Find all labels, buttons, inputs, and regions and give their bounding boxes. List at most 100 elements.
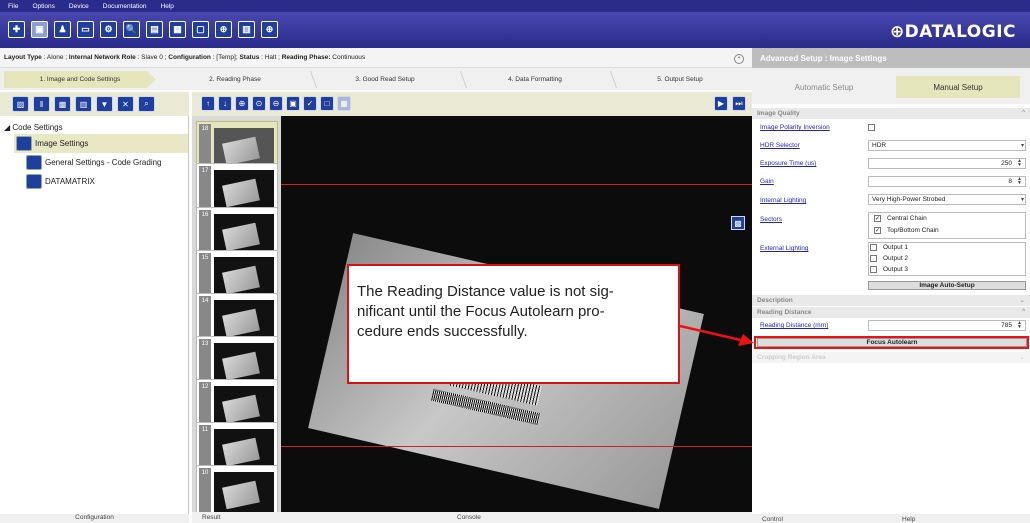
layout-icon[interactable]: ▤ [146,21,163,38]
hdr-value: HDR [872,142,887,149]
menu-options[interactable]: Options [32,3,54,10]
plus-icon[interactable]: ✚ [8,21,25,38]
description-title: Description [757,297,793,304]
zoom-in-icon[interactable]: ⊕ [235,96,249,111]
thumbnail[interactable]: 10 [196,465,278,512]
internal-lighting-select[interactable]: Very High-Power Strobed ▾ [868,194,1026,205]
step-image-code-settings[interactable]: 1. Image and Code Settings [4,71,156,88]
sector-central-chain[interactable]: ✓ Central Chain [874,215,927,222]
focus-autolearn-button[interactable]: Focus Autolearn [757,338,1027,347]
magnify-icon[interactable]: ⌕ [138,96,155,112]
tree-image-settings-label: Image Settings [35,139,89,148]
image-quality-section[interactable]: Image Quality ^ [752,108,1030,119]
zoom-fit-icon[interactable]: ⊙ [252,96,266,111]
network-role-label: Internal Network Role [68,54,136,61]
postal-code-icon[interactable]: ▥ [75,96,92,112]
dropdown-icon: ▾ [1020,197,1024,203]
image-auto-setup-button[interactable]: Image Auto-Setup [868,281,1026,290]
tree-image-settings[interactable]: Image Settings [16,136,88,151]
chevron-up-icon: ^ [1021,109,1025,116]
menu-documentation[interactable]: Documentation [103,3,147,10]
checkbox-checked[interactable]: ✓ [874,215,881,222]
device-icon[interactable]: ▣ [31,21,48,38]
sector-central-label: Central Chain [887,215,927,223]
status-label: Status [239,54,260,61]
output-1-option[interactable]: Output 1 [870,244,908,251]
output-3-label: Output 3 [883,266,908,274]
person-icon[interactable]: ♟ [54,21,71,38]
main-toolbar: ✚ ▣ ♟ ▭ ⚙ 🔍 ▤ ▦ ▢ ⊕ ▥ ⊕ ⊕DATALOGIC [0,12,1030,48]
reading-phase-value: Continuous [330,54,366,61]
checkbox-checked[interactable]: ✓ [874,227,881,234]
tree-datamatrix[interactable]: DATAMATRIX [26,174,95,189]
arrow-down-icon[interactable]: ↓ [218,96,232,111]
frame-icon[interactable]: □ [320,96,334,111]
tool-icon[interactable]: ⚙ [100,21,117,38]
configuration-value: : [Temp]; [210,54,240,61]
datamatrix-overlay-icon[interactable]: ▩ [731,216,745,230]
window-icon[interactable]: ▢ [192,21,209,38]
layout-status-bar: Layout Type : Alone ; Internal Network R… [0,48,752,68]
spinner-icon[interactable]: ▲ ▼ [1015,177,1024,186]
spinner-icon[interactable]: ▲ ▼ [1015,159,1024,168]
output-2-label: Output 2 [883,255,908,263]
datamatrix-icon[interactable]: ▩ [54,96,71,112]
wrench-icon [26,155,42,170]
monitor-icon[interactable]: ▭ [77,21,94,38]
gain-input[interactable]: 8 ▲ ▼ [868,176,1026,187]
layout-type-label: Layout Type [4,54,42,61]
step-good-read-setup[interactable]: 3. Good Read Setup [310,71,460,88]
filter-icon[interactable]: ▼ [96,96,113,112]
sector-top-bottom-chain[interactable]: ✓ Top/Bottom Chain [874,227,939,234]
step-forward-icon[interactable]: ⏭ [732,96,746,111]
result-tab[interactable]: Result [202,514,220,521]
output-3-option[interactable]: Output 3 [870,266,908,273]
exposure-input[interactable]: 250 ▲ ▼ [868,158,1026,169]
right-footer: Control Help [752,514,1030,523]
step-output-setup[interactable]: 5. Output Setup [610,71,750,88]
search-icon[interactable]: 🔍 [123,21,140,38]
chart-icon[interactable]: ▥ [238,21,255,38]
cropping-region-section[interactable]: Cropping Region Area ⌄ [752,352,1030,363]
tree-code-settings[interactable]: ◢ Code Settings [4,123,63,132]
check-icon[interactable]: ✓ [303,96,317,111]
step-data-formatting[interactable]: 4. Data Formatting [460,71,610,88]
menu-help[interactable]: Help [161,3,174,10]
arrow-up-icon[interactable]: ↑ [201,96,215,111]
reading-distance-input[interactable]: 785 ▲ ▼ [868,320,1026,331]
zoom-out-icon[interactable]: ⊖ [269,96,283,111]
play-icon[interactable]: ▶ [714,96,728,111]
tree-general-settings[interactable]: General Settings - Code Grading [26,155,162,170]
grid-icon[interactable]: ▦ [337,96,351,111]
delete-icon[interactable]: ✕ [117,96,134,112]
description-section[interactable]: Description ⌄ [752,295,1030,306]
configuration-label: Configuration [168,54,211,61]
menu-device[interactable]: Device [69,3,89,10]
callout-line: The Reading Distance value is not sig- [357,283,614,300]
gain-value: 8 [1008,178,1012,185]
exposure-label: Exposure Time (us) [760,160,817,167]
spinner-icon[interactable]: ▲ ▼ [1015,321,1024,330]
calendar-icon[interactable]: ▦ [169,21,186,38]
automatic-setup-button[interactable]: Automatic Setup [762,76,886,98]
output-2-option[interactable]: Output 2 [870,255,908,262]
hdr-select[interactable]: HDR ▾ [868,140,1026,151]
tree-general-label: General Settings - Code Grading [45,158,162,167]
help-tab[interactable]: Help [902,516,915,523]
manual-setup-button[interactable]: Manual Setup [896,76,1020,98]
datalogic-logo: ⊕DATALOGIC [889,22,1016,42]
console-tab[interactable]: Console [457,514,481,521]
barcode-icon[interactable]: ‖ [33,96,50,112]
internal-lighting-label: Internal Lighting [760,197,807,204]
save-image-icon[interactable]: ▣ [286,96,300,111]
reading-distance-section[interactable]: Reading Distance ^ [752,307,1030,318]
polarity-checkbox[interactable] [868,123,881,132]
menu-file[interactable]: File [8,3,18,10]
image-icon[interactable]: ▨ [12,96,29,112]
network-icon[interactable]: ⊕ [261,21,278,38]
control-tab[interactable]: Control [762,516,783,523]
collapse-up-icon[interactable]: ⌃ [734,54,744,64]
configuration-tab[interactable]: Configuration [0,514,189,523]
zoom-icon[interactable]: ⊕ [215,21,232,38]
step-reading-phase[interactable]: 2. Reading Phase [160,71,310,88]
